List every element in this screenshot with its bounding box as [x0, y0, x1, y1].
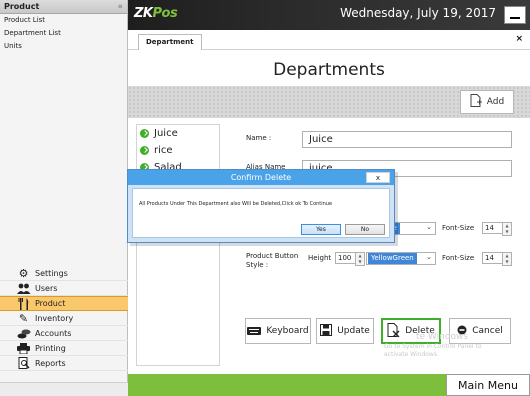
- dialog-title: Confirm Delete: [128, 170, 394, 185]
- delete-document-icon: [387, 322, 400, 340]
- sidebar-item-department-list[interactable]: Department List: [0, 27, 127, 40]
- users-icon: [16, 282, 31, 294]
- sidebar-item-product-list[interactable]: Product List: [0, 14, 127, 27]
- nav-label: Users: [35, 283, 58, 293]
- check-circle-icon: [140, 146, 149, 155]
- sidebar: Product « Product List Department List U…: [0, 0, 128, 396]
- yes-button[interactable]: Yes: [301, 224, 341, 235]
- pb-font-size-stepper[interactable]: 14: [482, 252, 512, 266]
- name-label: Name :: [246, 134, 272, 142]
- chevron-down-icon: ⌄: [426, 253, 432, 261]
- zkpos-logo: ZKPos: [134, 6, 178, 21]
- height-label: Height: [308, 254, 332, 262]
- update-label: Update: [337, 326, 370, 336]
- sidebar-footer: [0, 382, 128, 396]
- nav-inventory[interactable]: ✎ Inventory: [0, 311, 128, 326]
- collapse-icon[interactable]: «: [117, 2, 123, 12]
- nav-settings[interactable]: ⚙ Settings: [0, 266, 128, 281]
- date-display: Wednesday, July 19, 2017: [340, 6, 496, 20]
- sidebar-item-units[interactable]: Units: [0, 40, 127, 53]
- page-title: Departments: [273, 60, 385, 80]
- nav-label: Inventory: [35, 313, 74, 323]
- dialog-message: All Products Under This Department also …: [139, 201, 333, 207]
- product-button-label: Product Button: [246, 252, 299, 260]
- keyboard-button[interactable]: Keyboard: [245, 318, 311, 344]
- nav-label: Accounts: [35, 328, 72, 338]
- printer-icon: [16, 342, 31, 354]
- add-button[interactable]: Add: [460, 90, 514, 114]
- cancel-label: Cancel: [472, 326, 503, 336]
- keyboard-icon: [247, 325, 262, 338]
- dialog-close-button[interactable]: x: [366, 172, 390, 183]
- dept-font-size-stepper[interactable]: 14: [482, 222, 512, 236]
- gear-icon: ⚙: [18, 266, 29, 280]
- coins-icon: [16, 327, 31, 339]
- tab-bar: Department ×: [128, 30, 530, 50]
- list-item[interactable]: rice: [137, 142, 219, 159]
- nav-label: Settings: [35, 268, 68, 278]
- color-value: YellowGreen: [368, 253, 417, 264]
- product-button-color-select[interactable]: YellowGreen ⌄: [366, 252, 436, 265]
- fork-knife-icon: [16, 297, 31, 310]
- update-button[interactable]: Update: [316, 318, 374, 344]
- dialog-body: All Products Under This Department also …: [132, 188, 390, 238]
- nav-label: Product: [35, 299, 66, 308]
- report-icon: [16, 357, 31, 369]
- footer-bar: [128, 374, 446, 396]
- top-bar: ZKPos Wednesday, July 19, 2017: [128, 0, 530, 30]
- confirm-delete-dialog: Confirm Delete x All Products Under This…: [127, 169, 395, 243]
- add-document-icon: [470, 94, 482, 110]
- chevron-down-icon: ⌄: [426, 223, 432, 231]
- tab-department[interactable]: Department: [138, 34, 202, 50]
- nav-printing[interactable]: Printing: [0, 341, 128, 356]
- dept-font-size-label: Font-Size: [442, 224, 475, 232]
- nav-label: Printing: [35, 343, 66, 353]
- no-button[interactable]: No: [345, 224, 385, 235]
- list-item[interactable]: Juice: [137, 125, 219, 142]
- pb-font-size-label: Font-Size: [442, 254, 475, 262]
- close-tab-icon[interactable]: ×: [515, 34, 523, 44]
- keyboard-label: Keyboard: [266, 326, 309, 336]
- height-stepper[interactable]: 100: [335, 252, 365, 266]
- sidebar-header: Product «: [0, 0, 127, 14]
- activation-watermark-title: te Windows: [416, 332, 469, 342]
- save-icon: [320, 323, 333, 339]
- pencil-icon: ✎: [18, 311, 29, 325]
- main-menu-button[interactable]: Main Menu: [446, 374, 530, 396]
- minimize-button[interactable]: [504, 6, 526, 24]
- add-button-label: Add: [486, 97, 505, 107]
- nav-label: Reports: [35, 358, 66, 368]
- nav-product[interactable]: Product: [0, 296, 128, 311]
- nav-users[interactable]: Users: [0, 281, 128, 296]
- toolbar-band: Add: [128, 86, 530, 118]
- name-field[interactable]: Juice: [302, 131, 512, 148]
- main-nav: ⚙ Settings Users Product ✎ Inventory Acc…: [0, 266, 128, 371]
- sidebar-title: Product: [4, 2, 40, 11]
- nav-reports[interactable]: Reports: [0, 356, 128, 371]
- nav-accounts[interactable]: Accounts: [0, 326, 128, 341]
- check-circle-icon: [140, 129, 149, 138]
- activation-watermark: Go to System in Control Panel to activat…: [384, 343, 482, 358]
- product-button-style-label: Style :: [246, 261, 269, 269]
